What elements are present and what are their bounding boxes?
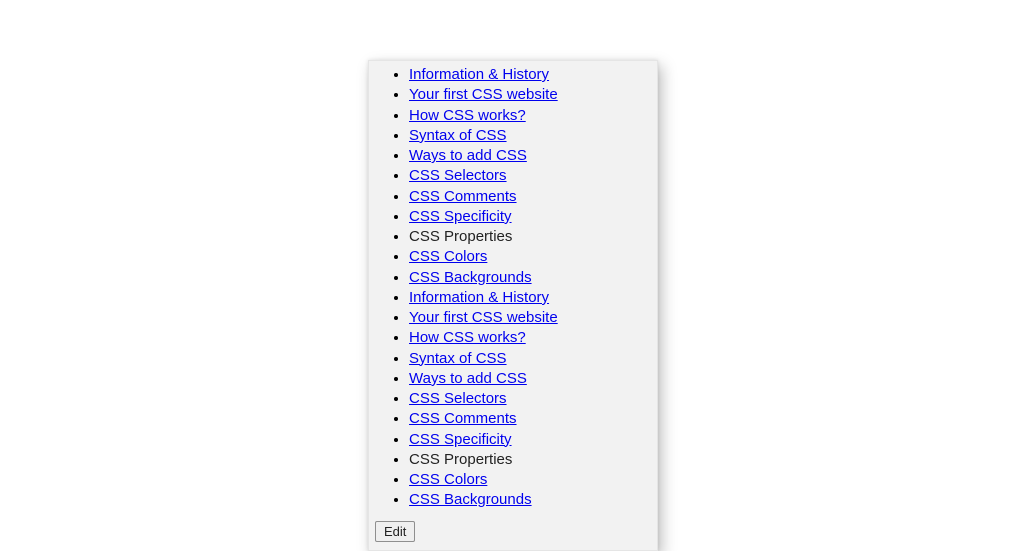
topic-link[interactable]: CSS Specificity: [409, 431, 512, 448]
list-item: Syntax of CSS: [409, 126, 657, 146]
list-item: Your first CSS website: [409, 308, 657, 328]
list-item: Your first CSS website: [409, 85, 657, 105]
list-item: How CSS works?: [409, 106, 657, 126]
topic-link[interactable]: CSS Colors: [409, 471, 487, 488]
topics-card: Information & History Your first CSS webs…: [368, 60, 658, 551]
topic-text: CSS Properties: [409, 228, 512, 245]
topic-link[interactable]: CSS Selectors: [409, 167, 507, 184]
list-item: Ways to add CSS: [409, 146, 657, 166]
topic-link[interactable]: Your first CSS website: [409, 86, 558, 103]
list-item: Information & History: [409, 65, 657, 85]
list-item: CSS Backgrounds: [409, 490, 657, 510]
list-item: How CSS works?: [409, 328, 657, 348]
topic-link[interactable]: How CSS works?: [409, 329, 526, 346]
topic-link[interactable]: Syntax of CSS: [409, 350, 507, 367]
list-item: CSS Properties: [409, 227, 657, 247]
topics-list: Information & History Your first CSS webs…: [369, 65, 657, 511]
list-item: CSS Specificity: [409, 207, 657, 227]
topic-text: CSS Properties: [409, 451, 512, 468]
list-item: CSS Properties: [409, 450, 657, 470]
topic-link[interactable]: Ways to add CSS: [409, 147, 527, 164]
topic-link[interactable]: CSS Colors: [409, 248, 487, 265]
list-item: Syntax of CSS: [409, 349, 657, 369]
topic-link[interactable]: How CSS works?: [409, 107, 526, 124]
topic-link[interactable]: Information & History: [409, 66, 549, 83]
topic-link[interactable]: CSS Specificity: [409, 208, 512, 225]
list-item: CSS Colors: [409, 470, 657, 490]
topic-link[interactable]: CSS Comments: [409, 410, 517, 427]
list-item: Ways to add CSS: [409, 369, 657, 389]
list-item: CSS Comments: [409, 409, 657, 429]
list-item: CSS Selectors: [409, 166, 657, 186]
list-item: CSS Backgrounds: [409, 268, 657, 288]
topic-link[interactable]: Information & History: [409, 289, 549, 306]
topic-link[interactable]: CSS Backgrounds: [409, 491, 532, 508]
list-item: CSS Colors: [409, 247, 657, 267]
list-item: Information & History: [409, 288, 657, 308]
topic-link[interactable]: CSS Selectors: [409, 390, 507, 407]
topic-link[interactable]: Ways to add CSS: [409, 370, 527, 387]
topic-link[interactable]: Syntax of CSS: [409, 127, 507, 144]
list-item: CSS Comments: [409, 187, 657, 207]
list-item: CSS Specificity: [409, 430, 657, 450]
topic-link[interactable]: Your first CSS website: [409, 309, 558, 326]
edit-button[interactable]: Edit: [375, 521, 415, 542]
topic-link[interactable]: CSS Comments: [409, 188, 517, 205]
topic-link[interactable]: CSS Backgrounds: [409, 269, 532, 286]
list-item: CSS Selectors: [409, 389, 657, 409]
